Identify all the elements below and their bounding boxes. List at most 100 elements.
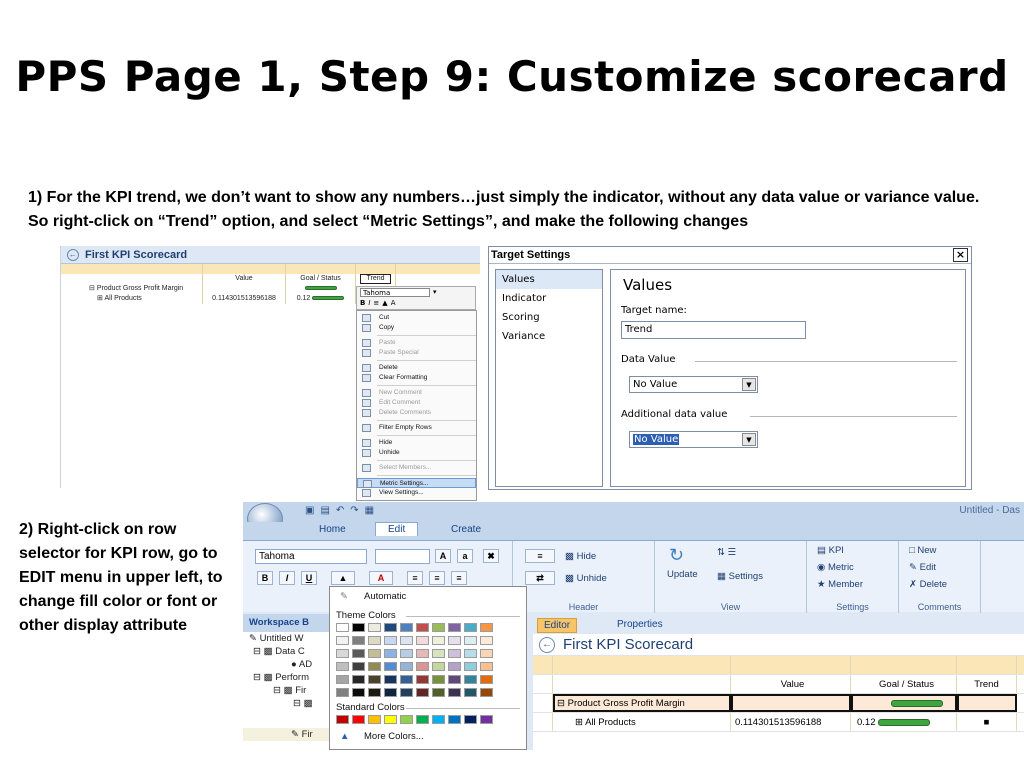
color-swatch[interactable] (448, 688, 461, 697)
expand-icon[interactable]: ⊞ (575, 717, 585, 728)
color-swatch[interactable] (480, 715, 493, 724)
quick-access-toolbar[interactable]: ▣▤↶↷▦ (305, 505, 380, 516)
color-swatch[interactable] (448, 636, 461, 645)
color-swatch[interactable] (336, 649, 349, 658)
color-swatch[interactable] (432, 715, 445, 724)
color-swatch[interactable] (352, 688, 365, 697)
bold-icon[interactable]: B (257, 571, 273, 585)
align-center-icon[interactable]: ≡ (429, 571, 445, 585)
color-swatch[interactable] (480, 623, 493, 632)
color-swatch[interactable] (336, 675, 349, 684)
color-swatch[interactable] (336, 715, 349, 724)
kpi-subrow[interactable]: ⊞ All Products 0.114301513596188 0.12 ■ (533, 713, 1024, 732)
color-swatch[interactable] (416, 636, 429, 645)
align-left-icon[interactable]: ≡ (407, 571, 423, 585)
color-swatch[interactable] (400, 688, 413, 697)
color-swatch[interactable] (368, 675, 381, 684)
color-swatch[interactable] (416, 688, 429, 697)
tree-item[interactable]: ⊟ ▩ Data C (243, 645, 332, 658)
column-header-goal[interactable]: Goal / Status (286, 274, 356, 284)
column-header-trend[interactable]: Trend (957, 675, 1017, 693)
color-swatch[interactable] (464, 636, 477, 645)
close-icon[interactable]: × (953, 248, 968, 262)
update-button[interactable]: Update (667, 569, 698, 580)
color-swatch[interactable] (448, 715, 461, 724)
color-swatch[interactable] (480, 688, 493, 697)
menu-item-edit-comment[interactable]: Edit Comment (357, 398, 476, 408)
dropdown-arrow-icon[interactable]: ▼ (742, 433, 756, 446)
tab-properties[interactable]: Properties (611, 618, 669, 631)
color-swatch[interactable] (368, 649, 381, 658)
color-swatch[interactable] (336, 623, 349, 632)
color-swatch[interactable] (368, 623, 381, 632)
color-swatch[interactable] (384, 675, 397, 684)
color-swatch[interactable] (368, 715, 381, 724)
italic-icon[interactable]: I (279, 571, 295, 585)
back-arrow-icon[interactable]: ← (67, 248, 79, 261)
row-selector[interactable] (533, 713, 553, 731)
kpi-row[interactable]: ⊟ Product Gross Profit Margin (533, 694, 1024, 713)
color-swatch[interactable] (464, 623, 477, 632)
color-swatch[interactable] (480, 662, 493, 671)
color-swatch[interactable] (352, 649, 365, 658)
tab-home[interactable]: Home (319, 524, 346, 535)
column-header-value[interactable]: Value (203, 274, 286, 284)
color-swatch[interactable] (368, 662, 381, 671)
color-swatch[interactable] (384, 688, 397, 697)
hide-button[interactable]: ▩ Hide (565, 551, 596, 562)
collapse-icon[interactable]: ⊟ (89, 285, 97, 292)
italic-icon[interactable]: I (368, 298, 370, 309)
color-swatch[interactable] (432, 662, 445, 671)
color-swatch[interactable] (400, 715, 413, 724)
align-right-icon[interactable]: ≡ (451, 571, 467, 585)
grow-font-icon[interactable]: A (435, 549, 451, 563)
back-arrow-icon[interactable]: ← (539, 636, 555, 653)
kpi-button[interactable]: ▤ KPI (817, 545, 844, 556)
color-swatch[interactable] (432, 623, 445, 632)
shrink-font-icon[interactable]: a (457, 549, 473, 563)
nav-item-scoring[interactable]: Scoring (496, 308, 602, 327)
color-swatch[interactable] (400, 662, 413, 671)
menu-item-hide[interactable]: Hide (357, 438, 476, 448)
color-swatch[interactable] (464, 649, 477, 658)
color-swatch[interactable] (464, 662, 477, 671)
bold-icon[interactable]: B (360, 298, 365, 309)
font-size-select[interactable] (375, 549, 430, 564)
collapse-icon[interactable]: ⊟ (557, 698, 568, 709)
tab-edit[interactable]: Edit (375, 522, 419, 536)
more-colors-option[interactable]: ▲ More Colors... (330, 728, 526, 746)
additional-data-value-select[interactable]: No Value ▼ (629, 431, 758, 448)
tree-item[interactable]: ⊟ ▩ Fir (243, 684, 332, 697)
data-value-select[interactable]: No Value ▼ (629, 376, 758, 393)
color-swatch[interactable] (352, 715, 365, 724)
color-swatch[interactable] (416, 623, 429, 632)
font-select[interactable]: Tahoma (360, 288, 430, 297)
color-swatch[interactable] (464, 688, 477, 697)
nav-item-values[interactable]: Values (496, 270, 602, 289)
color-swatch[interactable] (464, 675, 477, 684)
color-swatch[interactable] (400, 623, 413, 632)
color-swatch[interactable] (384, 715, 397, 724)
align-icon[interactable]: ≡ (373, 298, 379, 309)
menu-item-clear-formatting[interactable]: Clear Formatting (357, 373, 476, 383)
color-swatch[interactable] (448, 662, 461, 671)
update-icon[interactable]: ↻ (669, 545, 684, 566)
column-header-trend[interactable]: Trend (356, 274, 396, 284)
menu-item-delete[interactable]: Delete (357, 363, 476, 373)
color-swatch[interactable] (384, 649, 397, 658)
row-selector[interactable] (533, 694, 553, 712)
color-swatch[interactable] (464, 715, 477, 724)
color-swatch[interactable] (336, 662, 349, 671)
color-swatch[interactable] (368, 688, 381, 697)
menu-item-unhide[interactable]: Unhide (357, 448, 476, 458)
color-swatch[interactable] (448, 623, 461, 632)
font-name-select[interactable]: Tahoma (255, 549, 367, 564)
color-swatch[interactable] (400, 636, 413, 645)
color-swatch[interactable] (352, 636, 365, 645)
color-swatch[interactable] (432, 649, 445, 658)
menu-item-copy[interactable]: Copy (357, 323, 476, 333)
color-swatch[interactable] (384, 623, 397, 632)
clear-format-icon[interactable]: ✖ (483, 549, 499, 563)
color-swatch[interactable] (352, 623, 365, 632)
menu-item-filter-empty-rows[interactable]: Filter Empty Rows (357, 423, 476, 433)
